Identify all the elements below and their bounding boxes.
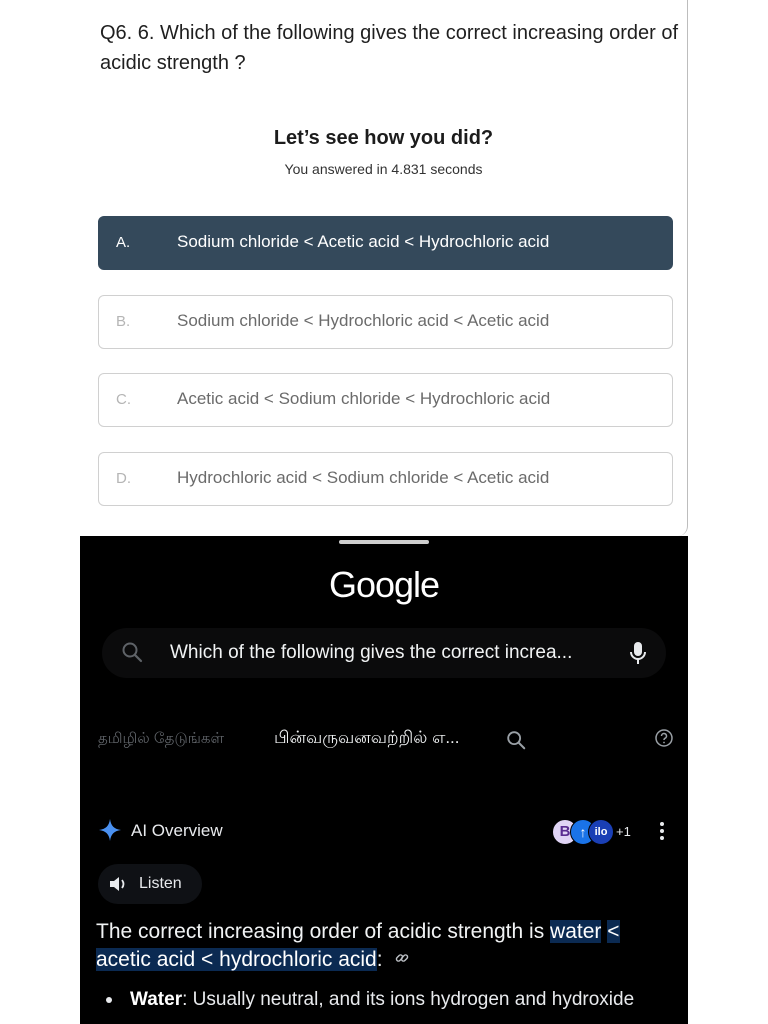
answer-colon: : — [376, 948, 383, 971]
sparkle-icon — [98, 818, 122, 847]
listen-label: Listen — [139, 875, 182, 892]
link-icon[interactable] — [394, 946, 410, 974]
help-icon[interactable] — [654, 728, 674, 753]
search-input[interactable]: Which of the following gives the correct… — [102, 628, 666, 678]
option-text: Hydrochloric acid < Sodium chloride < Ac… — [177, 468, 550, 487]
option-text: Acetic acid < Sodium chloride < Hydrochl… — [177, 389, 551, 408]
bullet-dot — [106, 997, 112, 1003]
bullet-term: Water — [130, 989, 183, 1010]
question-text: Q6. 6. Which of the following gives the … — [100, 22, 679, 74]
search-query: Which of the following gives the correct… — [170, 642, 573, 663]
mic-icon[interactable] — [626, 639, 650, 672]
search-in-tamil-link[interactable]: தமிழில் தேடுங்கள் — [98, 730, 224, 749]
option-c[interactable]: C. Acetic acid < Sodium chloride < Hydro… — [98, 373, 673, 427]
more-vert-icon[interactable] — [658, 819, 666, 848]
bullet-text: : Usually neutral, and its ions hydrogen… — [182, 989, 635, 1010]
ai-overview-title: AI Overview — [131, 821, 223, 840]
option-letter: A. — [116, 234, 131, 251]
source-count: +1 — [616, 824, 631, 839]
option-letter: B. — [116, 313, 131, 330]
option-text: Sodium chloride < Acetic acid < Hydrochl… — [177, 232, 550, 251]
drag-handle[interactable] — [339, 540, 429, 544]
answer-text: The correct increasing order of acidic s… — [96, 920, 551, 943]
quiz-card: Q6. 6. Which of the following gives the … — [80, 0, 688, 536]
answer-time: You answered in 4.831 seconds — [284, 161, 483, 177]
result-heading: Let’s see how you did? — [273, 127, 494, 149]
listen-button[interactable]: Listen — [98, 864, 202, 904]
search-filters: தமிழில் தேடுங்கள் பின்வருவனவற்றில் எ... — [80, 726, 688, 756]
ai-bullet-list: Water: Usually neutral, and its ions hyd… — [96, 986, 676, 1014]
search-icon[interactable] — [505, 729, 527, 756]
list-item: Water: Usually neutral, and its ions hyd… — [96, 986, 676, 1014]
answer-highlight: water — [550, 920, 602, 943]
google-search-panel: Google Which of the following gives the … — [80, 536, 688, 1024]
search-icon — [120, 640, 144, 669]
google-logo: Google — [328, 564, 440, 605]
ai-answer-text: The correct increasing order of acidic s… — [96, 918, 676, 974]
option-d[interactable]: D. Hydrochloric acid < Sodium chloride <… — [98, 452, 673, 506]
option-text: Sodium chloride < Hydrochloric acid < Ac… — [177, 311, 550, 330]
speaker-icon — [108, 874, 130, 899]
option-letter: C. — [116, 391, 131, 408]
source-avatars[interactable]: B ↑ ilo +1 — [552, 819, 636, 845]
related-search-chip[interactable]: பின்வருவனவற்றில் எ... — [274, 728, 460, 750]
source-avatar: ilo — [588, 819, 614, 845]
option-a[interactable]: A. Sodium chloride < Acetic acid < Hydro… — [98, 216, 673, 270]
option-b[interactable]: B. Sodium chloride < Hydrochloric acid <… — [98, 295, 673, 349]
ai-overview-header: AI Overview B ↑ ilo +1 — [80, 816, 688, 846]
option-letter: D. — [116, 470, 131, 487]
